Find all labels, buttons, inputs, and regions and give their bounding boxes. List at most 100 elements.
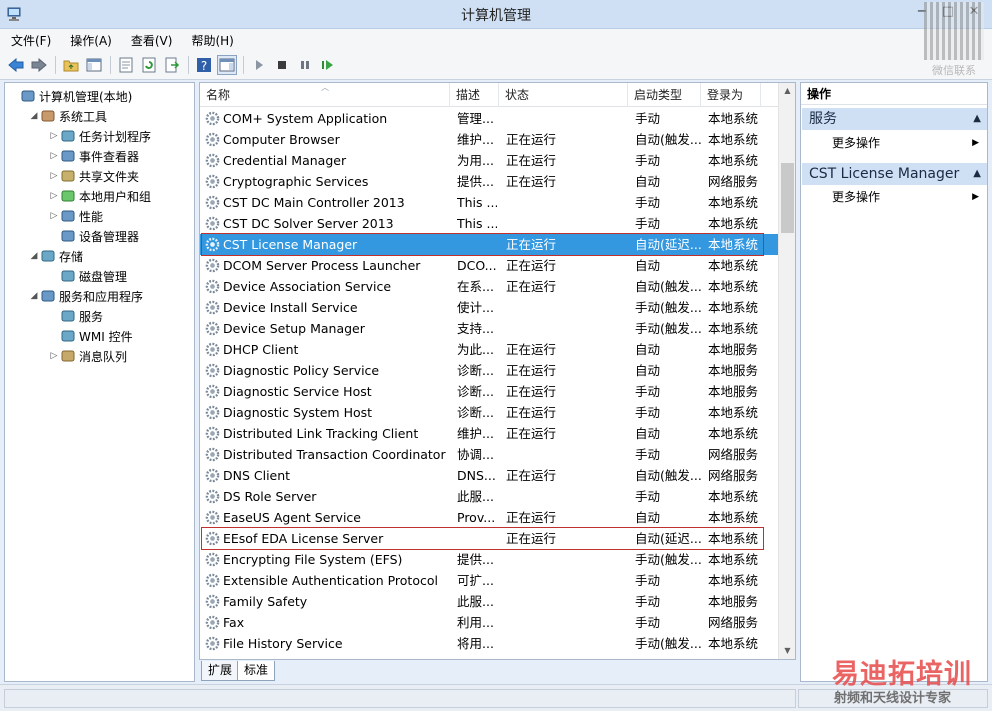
more-actions-services[interactable]: 更多操作 ▶	[801, 133, 987, 153]
tree-item[interactable]: WMI 控件	[48, 326, 133, 346]
tree-item[interactable]: ▷ 本地用户和组	[48, 186, 151, 206]
actions-section-selected-service[interactable]: CST License Manager ▲	[802, 163, 987, 185]
collapse-arrow-icon[interactable]: ◢	[28, 251, 40, 261]
properties-button[interactable]	[116, 55, 136, 75]
scroll-down-arrow-icon[interactable]: ▼	[779, 643, 795, 659]
expand-arrow-icon[interactable]: ▷	[48, 171, 60, 181]
table-row[interactable]: Distributed Link Tracking Client 维护... 正在运…	[200, 423, 778, 444]
table-row[interactable]: EaseUS Agent Service Prov... 正在运行 自动 本地系统	[200, 507, 778, 528]
collapse-up-icon[interactable]: ▲	[973, 163, 981, 185]
cell-logon: 网络服务	[708, 174, 759, 189]
cell-startup: 手动	[635, 111, 661, 126]
column-header-startup-type[interactable]: 启动类型	[628, 83, 701, 107]
scrollbar-thumb[interactable]	[781, 163, 794, 233]
forward-arrow-icon	[31, 58, 47, 72]
tree-item[interactable]: ◢ 服务和应用程序	[28, 286, 143, 306]
cell-desc: 协调...	[457, 447, 494, 462]
tree-item[interactable]: ▷ 事件查看器	[48, 146, 139, 166]
table-row[interactable]: Device Association Service 在系... 正在运行 自动(触发…	[200, 276, 778, 297]
table-row[interactable]: Distributed Transaction Coordinator 协调...…	[200, 444, 778, 465]
table-row[interactable]: Computer Browser 维护... 正在运行 自动(触发... 本地系统	[200, 129, 778, 150]
menu-action[interactable]: 操作(A)	[68, 31, 114, 50]
expand-arrow-icon[interactable]: ▷	[48, 211, 60, 221]
cell-startup: 手动	[635, 384, 661, 399]
cell-logon: 本地系统	[708, 636, 759, 651]
column-header-log-on-as[interactable]: 登录为	[701, 83, 761, 107]
tree-item[interactable]: ▷ 共享文件夹	[48, 166, 139, 186]
menu-help[interactable]: 帮助(H)	[189, 31, 235, 50]
actions-section-services[interactable]: 服务 ▲	[802, 108, 987, 130]
table-row[interactable]: Diagnostic Policy Service 诊断... 正在运行 自动 本地服务	[200, 360, 778, 381]
column-header-description[interactable]: 描述	[450, 83, 499, 107]
table-row[interactable]: Fax 利用... 手动 网络服务	[200, 612, 778, 633]
table-row[interactable]: CST DC Main Controller 2013 This ... 手动 本地系…	[200, 192, 778, 213]
cell-desc: 维护...	[457, 426, 494, 441]
pause-service-button[interactable]	[295, 55, 315, 75]
scroll-up-arrow-icon[interactable]: ▲	[779, 83, 795, 99]
up-level-button[interactable]	[61, 55, 81, 75]
table-row[interactable]: Diagnostic Service Host 诊断... 正在运行 手动 本地服务	[200, 381, 778, 402]
tree-item[interactable]: 磁盘管理	[48, 266, 127, 286]
table-row[interactable]: Cryptographic Services 提供... 正在运行 自动 网络服务	[200, 171, 778, 192]
table-row[interactable]: Extensible Authentication Protocol 可扩... 手…	[200, 570, 778, 591]
menu-view[interactable]: 查看(V)	[129, 31, 175, 50]
table-row[interactable]: Diagnostic System Host 诊断... 正在运行 手动 本地系统	[200, 402, 778, 423]
cell-startup: 手动	[635, 216, 661, 231]
show-hide-action-pane-button[interactable]	[217, 55, 237, 75]
refresh-button[interactable]	[139, 55, 159, 75]
expand-arrow-icon[interactable]: ▷	[48, 351, 60, 361]
table-row[interactable]: CST License Manager 正在运行 自动(延迟... 本地系统	[200, 234, 778, 255]
table-row[interactable]: Device Install Service 使计... 手动(触发... 本地系统	[200, 297, 778, 318]
tree-item[interactable]: 计算机管理(本地)	[8, 86, 132, 106]
table-row[interactable]: Encrypting File System (EFS) 提供... 手动(触发..…	[200, 549, 778, 570]
column-header-status[interactable]: 状态	[499, 83, 628, 107]
services-icon	[60, 308, 76, 324]
table-row[interactable]: Family Safety 此服... 手动 本地服务	[200, 591, 778, 612]
local-users-icon	[60, 188, 76, 204]
table-row[interactable]: EEsof EDA License Server 正在运行 自动(延迟... 本地系统	[200, 528, 778, 549]
tree-item[interactable]: ▷ 任务计划程序	[48, 126, 151, 146]
vertical-scrollbar[interactable]: ▲ ▼	[778, 83, 795, 659]
sort-ascending-icon: ︿	[321, 83, 329, 92]
expand-arrow-icon[interactable]: ▷	[48, 191, 60, 201]
forward-button[interactable]	[29, 55, 49, 75]
tree-item[interactable]: ◢ 系统工具	[28, 106, 107, 126]
tree-item[interactable]: ◢ 存储	[28, 246, 83, 266]
tree-item[interactable]: ▷ 消息队列	[48, 346, 127, 366]
start-service-button[interactable]	[249, 55, 269, 75]
menu-file[interactable]: 文件(F)	[9, 31, 53, 50]
table-row[interactable]: CST DC Solver Server 2013 This ... 手动 本地系统	[200, 213, 778, 234]
expand-arrow-icon[interactable]: ▷	[48, 151, 60, 161]
table-row[interactable]: Credential Manager 为用... 正在运行 手动 本地系统	[200, 150, 778, 171]
export-list-button[interactable]	[162, 55, 182, 75]
cell-desc: DNS...	[457, 468, 496, 483]
action-pane-icon	[219, 58, 235, 72]
table-row[interactable]: File History Service 将用... 手动(触发... 本地系统	[200, 633, 778, 654]
table-row[interactable]: DHCP Client 为此... 正在运行 自动 本地服务	[200, 339, 778, 360]
expand-arrow-icon[interactable]: ▷	[48, 131, 60, 141]
tree-item[interactable]: ▷ 性能	[48, 206, 103, 226]
cell-logon: 本地系统	[708, 405, 759, 420]
table-row[interactable]: Device Setup Manager 支持... 手动(触发... 本地系统	[200, 318, 778, 339]
table-row[interactable]: DS Role Server 此服... 手动 本地系统	[200, 486, 778, 507]
help-button[interactable]: ?	[194, 55, 214, 75]
collapse-arrow-icon[interactable]: ◢	[28, 291, 40, 301]
collapse-arrow-icon[interactable]: ◢	[28, 111, 40, 121]
cell-name: Family Safety	[223, 594, 308, 609]
show-hide-console-tree-button[interactable]	[84, 55, 104, 75]
collapse-up-icon[interactable]: ▲	[973, 108, 981, 130]
tree-item[interactable]: 服务	[48, 306, 104, 326]
action-label: 更多操作	[832, 190, 881, 204]
table-row[interactable]: DNS Client DNS... 正在运行 自动(触发... 网络服务	[200, 465, 778, 486]
tree-item[interactable]: 设备管理器	[48, 226, 139, 246]
back-button[interactable]	[6, 55, 26, 75]
stop-service-button[interactable]	[272, 55, 292, 75]
cell-logon: 本地系统	[708, 111, 759, 126]
tab-standard[interactable]: 标准	[237, 661, 276, 681]
tab-extended[interactable]: 扩展	[201, 661, 240, 681]
more-actions-selected-service[interactable]: 更多操作 ▶	[801, 187, 987, 207]
table-row[interactable]: DCOM Server Process Launcher DCO... 正在运行 自动…	[200, 255, 778, 276]
table-row[interactable]: COM+ System Application 管理... 手动 本地系统	[200, 108, 778, 129]
services-list: 名称 ︿ 描述 状态 启动类型 登录为 COM+ System Applicat…	[199, 82, 796, 660]
restart-service-button[interactable]	[318, 55, 338, 75]
